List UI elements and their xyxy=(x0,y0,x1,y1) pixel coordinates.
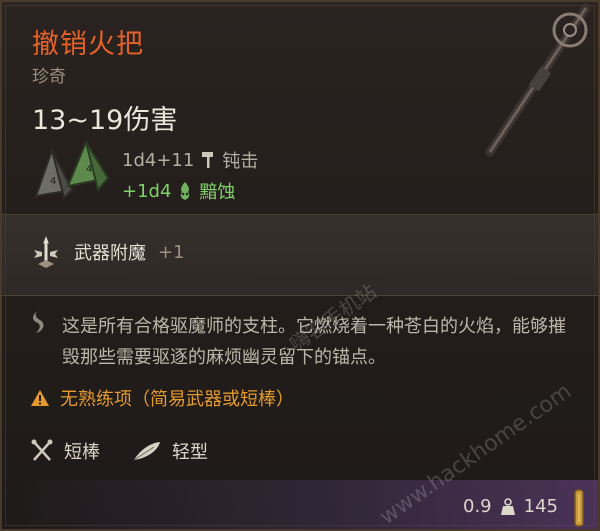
skull-flame-icon xyxy=(181,182,190,200)
gold-coin-icon xyxy=(574,489,584,527)
item-name: 撤销火把 xyxy=(32,29,144,60)
hammer-icon xyxy=(202,152,214,168)
damage-type: 黯蚀 xyxy=(199,182,236,203)
damage-row-radiant: +1d4 黯蚀 xyxy=(122,178,235,204)
dice-icon: 4 4 xyxy=(34,139,110,200)
feather-icon xyxy=(133,442,160,461)
damage-type: 钝击 xyxy=(222,151,259,172)
warning-text: 无熟练项（简易武器或短棒） xyxy=(60,389,294,410)
damage-range: 13~19伤害 xyxy=(32,105,178,136)
staff-illustration xyxy=(485,3,591,157)
item-footer: 0.9 145 xyxy=(463,496,558,517)
weight-icon xyxy=(500,497,515,515)
warning-icon xyxy=(31,390,49,406)
enchant-label: 武器附魔 xyxy=(74,243,146,264)
svg-text:4: 4 xyxy=(86,164,92,175)
item-rarity: 珍奇 xyxy=(32,67,66,87)
item-tooltip: 撤销火把 珍奇 13~19伤害 4 4 1d4+11 钝击 +1d4 黯蚀 武器… xyxy=(0,0,600,531)
crossed-clubs-icon xyxy=(31,439,53,461)
item-weight: 0.9 xyxy=(463,496,492,517)
property-label: 轻型 xyxy=(172,442,208,463)
damage-dice: +1d4 xyxy=(122,180,172,202)
proficiency-warning: 无熟练项（简易武器或短棒） xyxy=(30,385,294,411)
damage-row-bludgeoning: 1d4+11 钝击 xyxy=(122,147,258,173)
svg-text:4: 4 xyxy=(50,176,56,187)
property-label: 短棒 xyxy=(64,442,100,463)
item-description: 这是所有合格驱魔师的支柱。它燃烧着一种苍白的火焰，能够摧毁那些需要驱逐的麻烦幽灵… xyxy=(62,316,566,368)
damage-dice: 1d4+11 xyxy=(122,149,195,171)
weapon-properties: 短棒 轻型 xyxy=(30,438,230,464)
enchant-value: +1 xyxy=(158,241,185,263)
description-icon xyxy=(33,309,44,333)
weapon-enchant-row: 武器附魔 +1 xyxy=(28,234,185,270)
item-value: 145 xyxy=(523,496,558,517)
weapon-enchant-icon xyxy=(34,236,58,268)
